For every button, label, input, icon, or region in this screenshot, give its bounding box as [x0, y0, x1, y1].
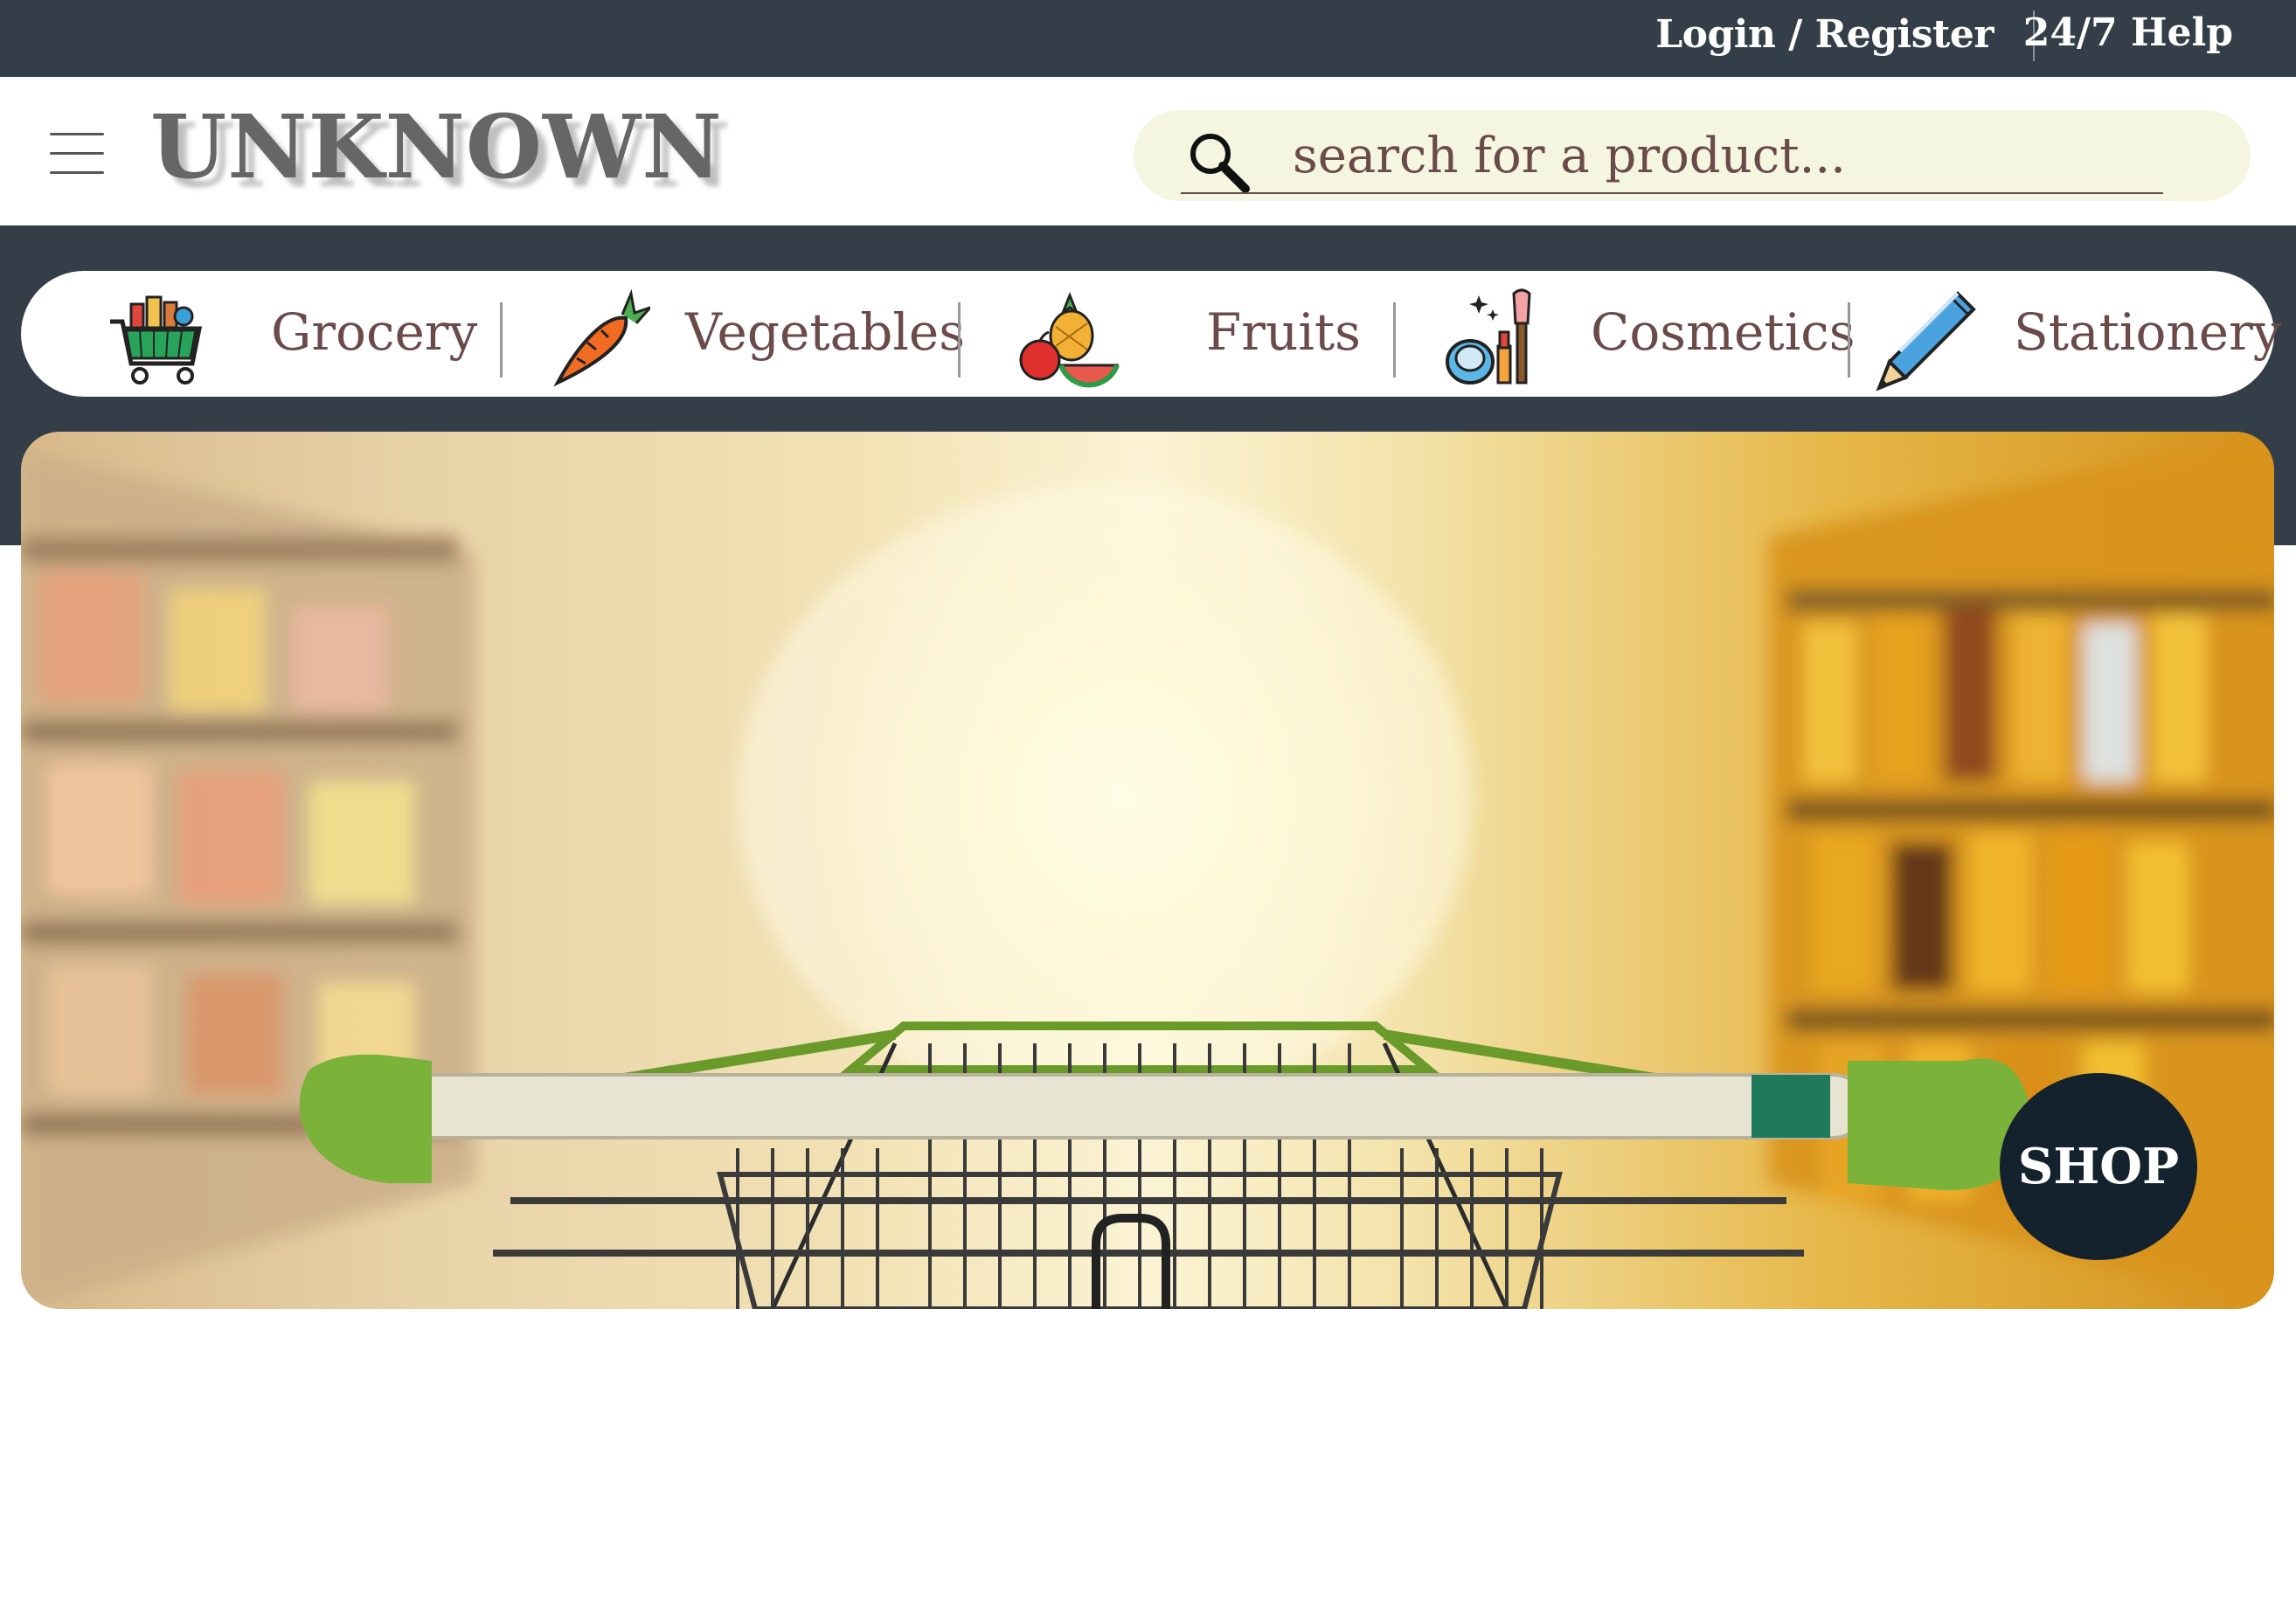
grocery-cart-icon: [110, 295, 203, 384]
category-grocery[interactable]: Grocery: [105, 271, 507, 397]
brand-logo[interactable]: UNKNOWN: [150, 103, 723, 190]
shop-button[interactable]: SHOP: [2000, 1073, 2197, 1260]
category-label: Fruits: [1206, 302, 1361, 362]
hero-image: [21, 432, 2274, 1309]
category-cosmetics[interactable]: Cosmetics: [1444, 271, 1856, 397]
category-stationery[interactable]: Stationery: [1874, 271, 2282, 397]
header: UNKNOWN: [0, 77, 2296, 225]
category-label: Grocery: [271, 302, 478, 362]
category-separator: [1393, 302, 1396, 377]
category-bar: Grocery Vegetables Fruits Cosmetics Stat…: [21, 271, 2282, 397]
category-separator: [500, 302, 503, 377]
cosmetics-icon: [1446, 288, 1531, 384]
category-label: Cosmetics: [1591, 302, 1856, 362]
pencil-icon: [1876, 291, 1976, 391]
category-label: Stationery: [2014, 302, 2282, 362]
fruits-icon: [1019, 291, 1120, 388]
search-underline: [1181, 192, 2163, 194]
menu-icon[interactable]: [50, 133, 104, 175]
top-bar: Login / Register 24/7 Help: [0, 0, 2296, 77]
category-separator: [958, 302, 961, 377]
carrot-icon: [553, 288, 650, 387]
search-bar: [1134, 110, 2251, 201]
hero-banner[interactable]: [21, 432, 2274, 1309]
category-fruits[interactable]: Fruits: [1017, 271, 1384, 397]
search-input[interactable]: [1291, 124, 2203, 187]
category-vegetables[interactable]: Vegetables: [545, 271, 965, 397]
help-link[interactable]: 24/7 Help: [2023, 10, 2233, 55]
category-label: Vegetables: [685, 302, 965, 362]
search-icon[interactable]: [1184, 128, 1254, 197]
category-separator: [1848, 302, 1850, 377]
login-register-link[interactable]: Login / Register: [1655, 12, 1994, 57]
